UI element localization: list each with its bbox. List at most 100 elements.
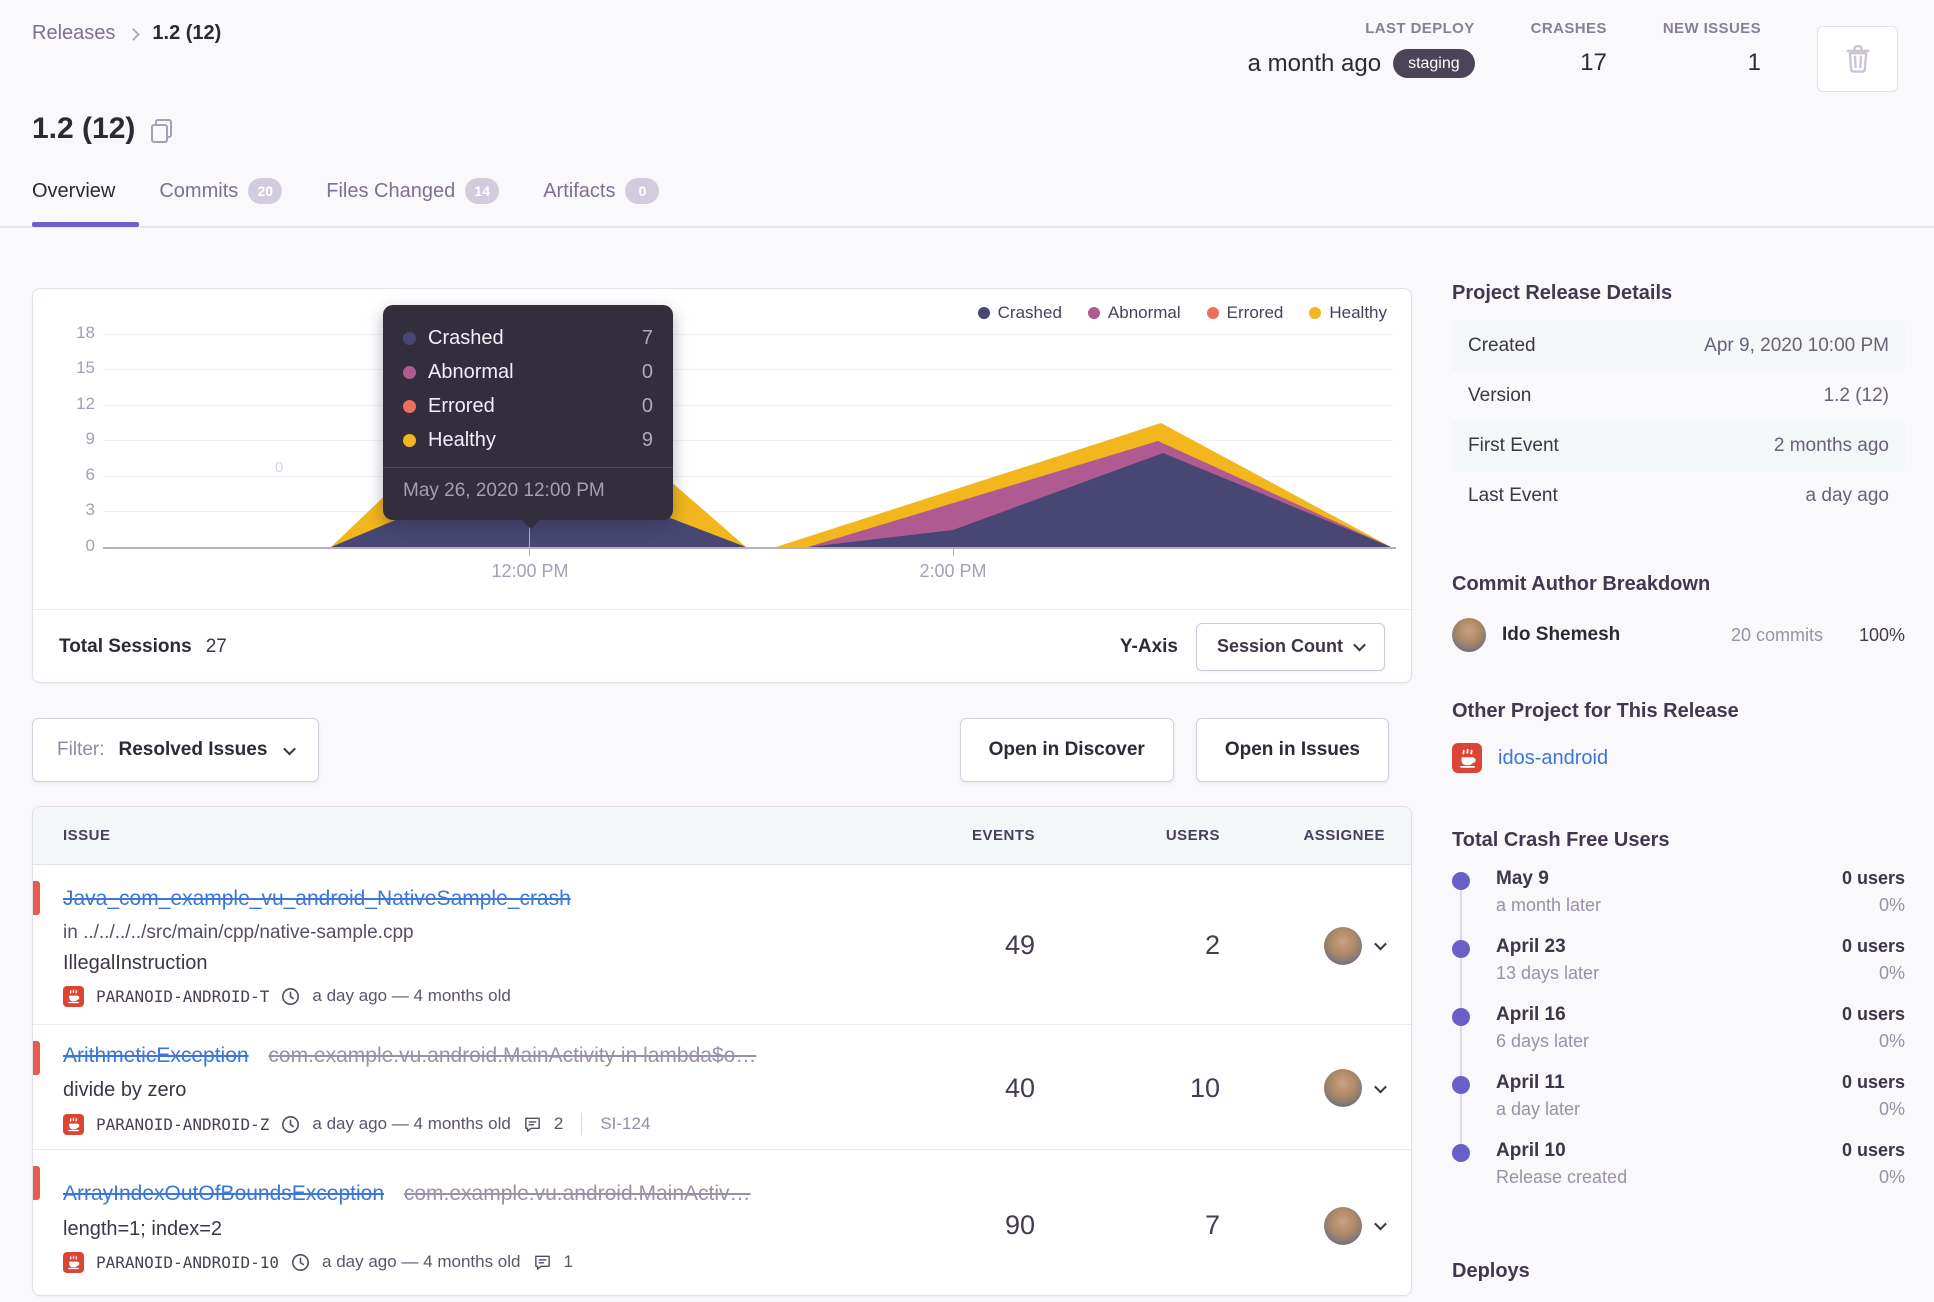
other-project-link[interactable]: idos-android: [1498, 747, 1608, 770]
comment-icon: [523, 1115, 542, 1134]
col-issue: ISSUE: [63, 827, 111, 844]
issue-users-count: 7: [1204, 1210, 1220, 1241]
timeline-item: April 16 0 users 6 days later 0%: [1452, 1004, 1905, 1072]
legend-item-crashed[interactable]: Crashed: [977, 303, 1062, 323]
java-project-icon: [1452, 743, 1482, 773]
crash-free-timeline: May 90 users a month later 0% April 23 0 u…: [1452, 868, 1905, 1208]
release-detail-page: Releases 1.2 (12) LAST DEPLOY a month ag…: [0, 0, 1934, 1302]
issue-users-count: 2: [1204, 930, 1220, 960]
legend-item-abnormal[interactable]: Abnormal: [1087, 303, 1181, 323]
y-axis-select[interactable]: Session Count: [1195, 622, 1385, 671]
tooltip-divider: [383, 467, 673, 468]
issue-age: a day ago — 4 months old: [312, 1114, 511, 1134]
assignee-avatar[interactable]: [1324, 926, 1362, 965]
artifacts-count-badge: 0: [625, 178, 660, 204]
crashes-label: CRASHES: [1530, 20, 1607, 37]
delete-release-button[interactable]: [1817, 26, 1898, 92]
open-in-discover-button[interactable]: Open in Discover: [959, 718, 1174, 782]
tab-files-changed[interactable]: Files Changed 14: [326, 178, 500, 216]
tab-artifacts[interactable]: Artifacts 0: [543, 178, 660, 216]
assignee-avatar[interactable]: [1324, 1206, 1362, 1245]
active-tab-underline: [32, 222, 139, 227]
tooltip-row-errored: Errored 0: [403, 389, 653, 423]
timeline-dot-icon: [1452, 1008, 1470, 1026]
breadcrumb-current: 1.2 (12): [152, 22, 222, 44]
timeline-item: April 11 0 users a day later 0%: [1452, 1072, 1905, 1140]
release-header-stats: LAST DEPLOY a month ago staging CRASHES …: [1248, 20, 1898, 92]
issues-table: ISSUE EVENTS USERS ASSIGNEE Java_com_exa…: [32, 806, 1412, 1296]
timeline-dot-icon: [1452, 940, 1470, 958]
errored-dot-icon: [1206, 307, 1219, 319]
trash-icon: [1845, 45, 1871, 73]
release-sidebar: Project Release Details Created Apr 9, 2…: [1452, 282, 1905, 1283]
java-project-icon: [63, 1113, 84, 1135]
chevron-down-icon: [1353, 638, 1366, 652]
x-tick-noon: 12:00 PM: [491, 561, 569, 581]
other-project-heading: Other Project for This Release: [1452, 700, 1739, 722]
issue-title-link[interactable]: ArithmeticException: [63, 1044, 249, 1067]
y-tick-12: 12: [76, 394, 95, 413]
release-tabs: Overview Commits 20 Files Changed 14 Art…: [32, 178, 660, 216]
issue-users-count: 10: [1189, 1072, 1220, 1103]
issue-row[interactable]: ArrayIndexOutOfBoundsException com.examp…: [33, 1150, 1411, 1295]
chart-legend: Crashed Abnormal Errored Healthy: [977, 303, 1387, 323]
issue-row[interactable]: Java_com_example_vu_android_NativeSample…: [33, 865, 1411, 1025]
detail-row-version: Version 1.2 (12): [1468, 385, 1889, 406]
tab-commits[interactable]: Commits 20: [159, 178, 283, 216]
chevron-down-icon[interactable]: [1374, 1218, 1387, 1231]
comment-icon: [533, 1253, 552, 1272]
project-slug[interactable]: PARANOID-ANDROID-10: [96, 1253, 279, 1272]
issue-events-count: 49: [1004, 930, 1035, 960]
breadcrumb: Releases 1.2 (12): [32, 22, 221, 45]
assignee-avatar[interactable]: [1324, 1069, 1362, 1108]
new-issues-value[interactable]: 1: [1748, 49, 1761, 77]
issues-table-header: ISSUE EVENTS USERS ASSIGNEE: [33, 807, 1411, 865]
chevron-down-icon: [283, 742, 297, 755]
chevron-down-icon[interactable]: [1374, 1080, 1387, 1094]
new-issues-label: NEW ISSUES: [1662, 20, 1761, 37]
issues-filter-bar: Filter: Resolved Issues Open in Discover…: [32, 718, 1389, 782]
issue-age: a day ago — 4 months old: [312, 986, 511, 1006]
author-avatar: [1452, 618, 1486, 652]
issues-filter-dropdown[interactable]: Filter: Resolved Issues: [32, 718, 320, 782]
timeline-dot-icon: [1452, 872, 1470, 890]
project-slug[interactable]: PARANOID-ANDROID-Z: [96, 1115, 269, 1134]
chart-footer: Total Sessions 27 Y-Axis Session Count: [33, 610, 1411, 683]
commit-author-section: Commit Author Breakdown Ido Shemesh 20 c…: [1452, 573, 1905, 652]
last-deploy-label: LAST DEPLOY: [1365, 20, 1475, 37]
tab-overview[interactable]: Overview: [32, 178, 115, 216]
legend-item-errored[interactable]: Errored: [1206, 303, 1283, 323]
chevron-right-icon: [127, 27, 141, 41]
y-tick-6: 6: [85, 465, 95, 484]
copy-icon[interactable]: [151, 119, 173, 143]
last-deploy-stat: LAST DEPLOY a month ago staging: [1248, 20, 1475, 79]
release-details-table: Created Apr 9, 2020 10:00 PM Version 1.2…: [1452, 321, 1905, 521]
issue-title-link[interactable]: Java_com_example_vu_android_NativeSample…: [63, 887, 571, 910]
breadcrumb-releases-link[interactable]: Releases: [32, 22, 115, 45]
healthy-dot-icon: [1309, 307, 1322, 319]
new-issues-stat: NEW ISSUES 1: [1663, 20, 1761, 77]
detail-row-first-event: First Event 2 months ago: [1452, 421, 1905, 471]
commit-author-row: Ido Shemesh 20 commits 100%: [1452, 618, 1905, 652]
issue-title-link[interactable]: ArrayIndexOutOfBoundsException: [63, 1182, 384, 1205]
crashes-stat: CRASHES 17: [1531, 20, 1607, 77]
meta-divider: [581, 1113, 583, 1136]
open-in-issues-button[interactable]: Open in Issues: [1195, 718, 1389, 782]
crash-free-section: Total Crash Free Users May 90 users a mo…: [1452, 829, 1905, 1208]
clock-icon: [291, 1253, 310, 1272]
detail-row-last-event: Last Event a day ago: [1468, 485, 1889, 506]
author-percent: 100%: [1858, 624, 1905, 645]
tooltip-caret: [521, 519, 541, 529]
chart-tooltip: Crashed 7 Abnormal 0 Errored 0 Healthy 9…: [383, 305, 673, 529]
sessions-area-chart[interactable]: [108, 334, 1401, 549]
issue-row[interactable]: ArithmeticException com.example.vu.andro…: [33, 1025, 1411, 1151]
chevron-down-icon[interactable]: [1374, 937, 1387, 951]
project-slug[interactable]: PARANOID-ANDROID-T: [96, 987, 269, 1006]
crashed-dot-icon: [403, 331, 416, 345]
java-project-icon: [63, 1251, 84, 1273]
legend-item-healthy[interactable]: Healthy: [1309, 303, 1387, 323]
timeline-item: May 90 users a month later 0%: [1452, 868, 1905, 936]
other-project-section: Other Project for This Release idos-andr…: [1452, 700, 1905, 773]
issue-culprit-inline: com.example.vu.android.MainActiv…: [403, 1182, 751, 1206]
issue-message: length=1; index=2: [63, 1217, 223, 1240]
